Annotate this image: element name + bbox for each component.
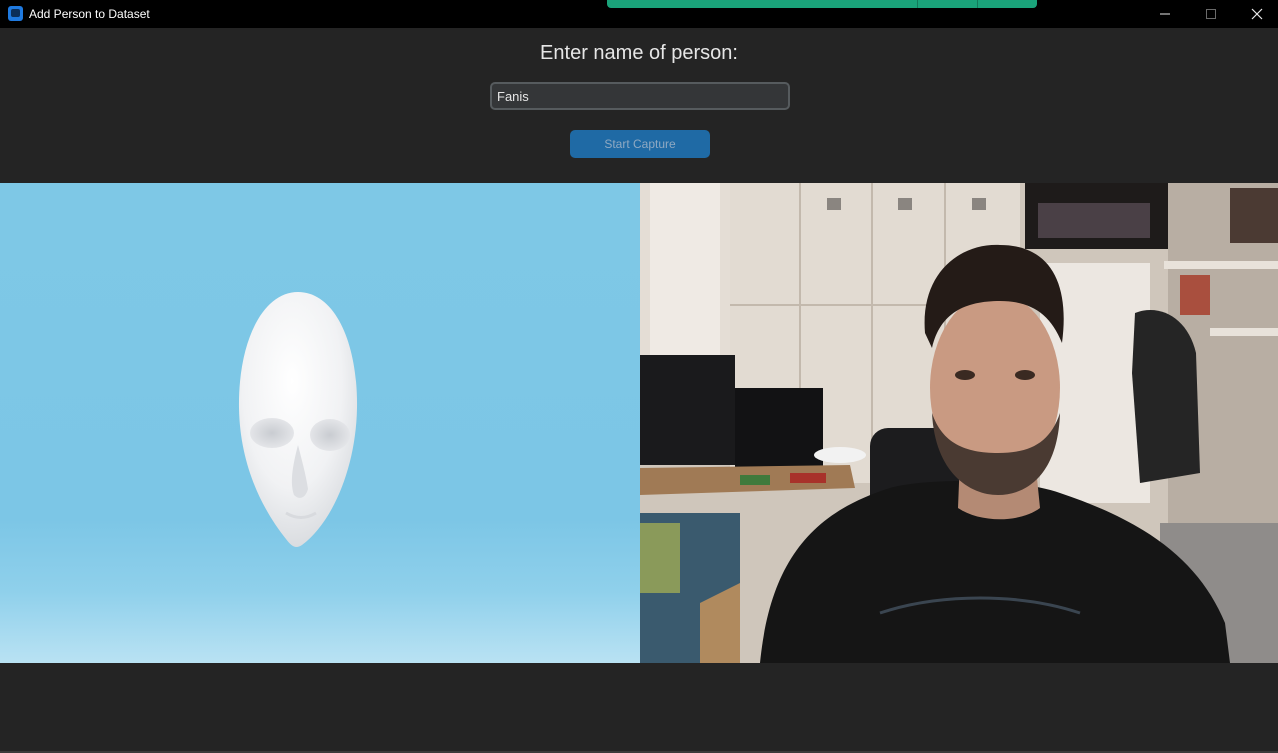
bottom-spacer (0, 663, 1278, 751)
minimize-icon (1160, 13, 1170, 15)
maximize-button[interactable] (1188, 0, 1234, 28)
overlay-toolbar-strip[interactable] (607, 0, 1037, 8)
close-icon (1251, 8, 1263, 20)
webcam-image (640, 183, 1278, 663)
title-bar: Add Person to Dataset (0, 0, 1278, 28)
start-capture-button[interactable]: Start Capture (570, 130, 710, 158)
window-title: Add Person to Dataset (29, 7, 150, 21)
name-prompt-label: Enter name of person: (540, 42, 738, 64)
form-area: Enter name of person: Start Capture (0, 28, 1278, 183)
close-button[interactable] (1234, 0, 1278, 28)
maximize-icon (1206, 9, 1216, 19)
app-window-icon (8, 6, 23, 21)
face-mask-render (238, 292, 358, 547)
minimize-button[interactable] (1142, 0, 1188, 28)
webcam-feed-view (640, 183, 1278, 663)
person-name-input[interactable] (490, 82, 790, 110)
face-model-view (0, 183, 640, 663)
